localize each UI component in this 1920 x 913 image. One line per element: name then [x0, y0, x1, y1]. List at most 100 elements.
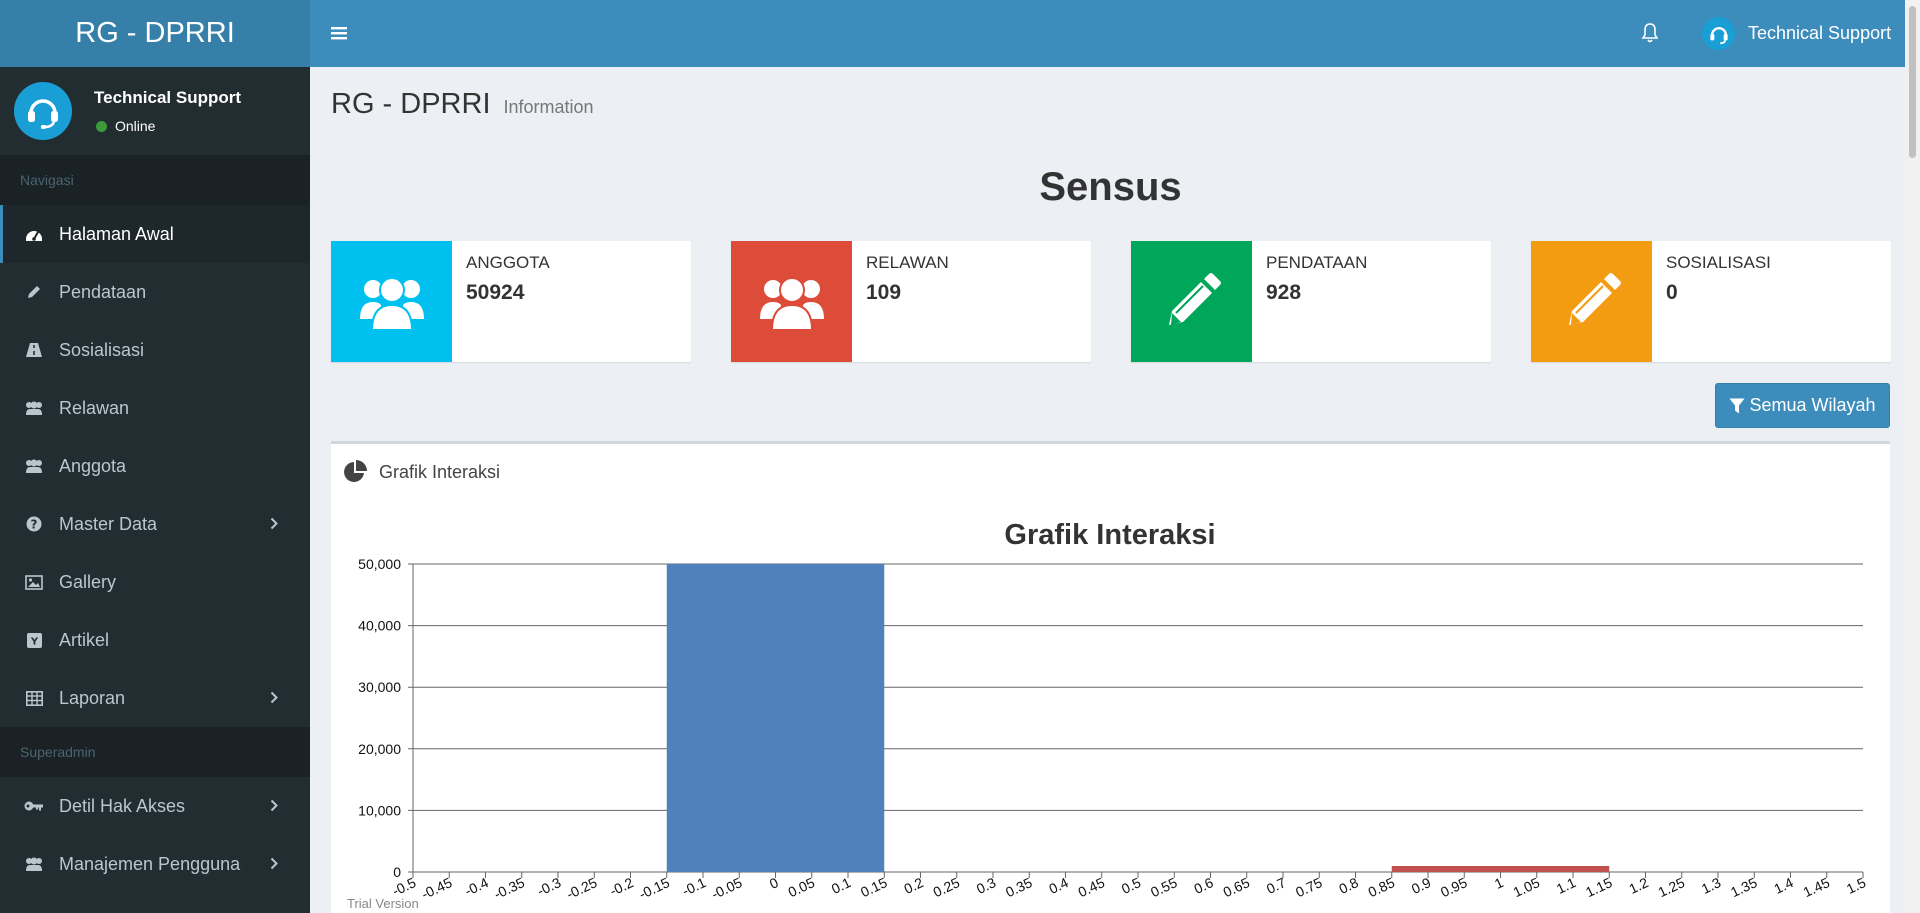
sidebar-item-anggota[interactable]: Anggota: [0, 437, 310, 495]
sidebar-item-pendataan[interactable]: Pendataan: [0, 263, 310, 321]
info-box-icon: [331, 241, 452, 362]
headset-icon: [28, 99, 58, 129]
chevron-right-icon: [270, 514, 278, 535]
info-box-number: 109: [866, 281, 902, 304]
x-tick-label: 1.5: [1844, 874, 1869, 897]
y-tick-label: 0: [393, 864, 401, 880]
app-logo[interactable]: RG - DPRRI: [0, 0, 310, 67]
notifications-button[interactable]: [1640, 22, 1660, 49]
sidebar-item-label: Manajemen Pengguna: [59, 853, 241, 874]
image-icon: [24, 572, 44, 592]
info-box-number: 50924: [466, 281, 525, 304]
table-icon: [24, 688, 44, 708]
x-tick-label: 0.75: [1293, 874, 1325, 900]
scrollbar-thumb[interactable]: [1909, 6, 1916, 158]
sidebar-user-name: Technical Support: [94, 88, 242, 107]
x-tick-label: 1: [1492, 874, 1506, 892]
sidebar-item-label: Pendataan: [59, 281, 147, 302]
page-title-text: RG - DPRRI: [331, 88, 491, 120]
x-tick-label: 1.25: [1656, 874, 1688, 900]
sidebar-item-label: Master Data: [59, 513, 158, 534]
x-tick-label: 0.25: [931, 874, 963, 900]
pie-chart-icon: [344, 460, 367, 482]
road-icon: [24, 340, 44, 360]
nav-header-navigasi: Navigasi: [0, 155, 310, 205]
y-tick-label: 10,000: [358, 802, 401, 818]
x-tick-label: 0.3: [974, 874, 999, 897]
sidebar-item-label: Laporan: [59, 687, 126, 708]
y-tick-label: 20,000: [358, 741, 401, 757]
x-tick-label: -0.05: [709, 874, 745, 902]
chart-title: Grafik Interaksi: [1004, 519, 1215, 551]
status-dot-icon: [96, 120, 107, 132]
sidebar-item-sosialisasi[interactable]: Sosialisasi: [0, 321, 310, 379]
top-navbar: Technical Support: [310, 0, 1920, 67]
info-box-pendataan: PENDATAAN 928: [1131, 241, 1491, 362]
page-title: RG - DPRRI Information: [331, 88, 594, 121]
x-tick-label: -0.15: [636, 874, 672, 902]
info-box-icon: [731, 241, 852, 362]
x-tick-label: 0: [767, 874, 781, 892]
chevron-right-icon: [270, 688, 278, 709]
x-tick-label: 0.95: [1438, 874, 1470, 900]
hamburger-icon: [331, 27, 347, 40]
users-icon: [359, 276, 424, 331]
pencil-icon: [1568, 272, 1621, 325]
user-panel: Technical Support Online: [0, 67, 310, 155]
x-tick-label: 0.4: [1046, 874, 1071, 897]
interaction-chart: Grafik Interaksi 0 10,000 20,000 30,000 40,0…: [358, 519, 1869, 902]
section-heading: Sensus: [1039, 165, 1182, 209]
chart-box-header: Grafik Interaksi: [343, 460, 500, 484]
y-square-icon: Y: [24, 630, 44, 650]
chevron-right-icon: [270, 796, 278, 817]
sidebar-item-manajemen-pengguna[interactable]: Manajemen Pengguna: [0, 835, 310, 893]
bell-icon: [1641, 23, 1659, 43]
users-icon: [24, 398, 44, 418]
info-box-icon: [1531, 241, 1652, 362]
sidebar-item-label: Halaman Awal: [59, 223, 174, 244]
sidebar-item-halaman-awal[interactable]: Halaman Awal: [0, 205, 310, 263]
x-tick-label: 0.65: [1221, 874, 1253, 900]
info-box-label: SOSIALISASI: [1666, 253, 1771, 272]
headset-icon: [1709, 26, 1728, 44]
sidebar-item-laporan[interactable]: Laporan: [0, 669, 310, 727]
question-circle-icon: ?: [24, 514, 44, 534]
user-status-label: Online: [115, 118, 156, 134]
page-subtitle: Information: [503, 97, 594, 117]
sidebar-item-label: Detil Hak Akses: [59, 795, 186, 816]
user-menu[interactable]: Technical Support: [1702, 17, 1891, 50]
x-tick-label: 1.05: [1511, 874, 1543, 900]
x-tick-label: 0.05: [786, 874, 818, 900]
users-icon: [24, 456, 44, 476]
sidebar-item-label: Sosialisasi: [59, 339, 145, 360]
info-box-anggota: ANGGOTA 50924: [331, 241, 691, 362]
x-tick-label: 0.55: [1148, 874, 1180, 900]
sidebar-item-label: Gallery: [59, 571, 117, 592]
sidebar-item-artikel[interactable]: Y Artikel: [0, 611, 310, 669]
x-tick-label: -0.35: [491, 874, 527, 902]
info-box-sosialisasi: SOSIALISASI 0: [1531, 241, 1891, 362]
sidebar-item-master-data[interactable]: ? Master Data: [0, 495, 310, 553]
info-box-label: RELAWAN: [866, 253, 949, 272]
sidebar-item-label: Anggota: [59, 455, 127, 476]
sidebar-toggle-button[interactable]: [330, 22, 350, 44]
info-box-icon: [1131, 241, 1252, 362]
trial-version-label: Trial Version: [347, 896, 419, 911]
users-icon: [759, 276, 824, 331]
filter-button-label: Semua Wilayah: [1749, 395, 1876, 415]
filter-wilayah-button[interactable]: Semua Wilayah: [1715, 383, 1890, 428]
x-tick-label: 1.35: [1728, 874, 1760, 900]
svg-text:?: ?: [31, 518, 38, 532]
user-status: Online: [94, 118, 241, 134]
x-tick-label: -0.2: [607, 874, 636, 899]
avatar: [14, 82, 72, 140]
sidebar-item-gallery[interactable]: Gallery: [0, 553, 310, 611]
sidebar-item-detil-hak-akses[interactable]: Detil Hak Akses: [0, 777, 310, 835]
sidebar-item-relawan[interactable]: Relawan: [0, 379, 310, 437]
scrollbar[interactable]: [1905, 0, 1920, 913]
sidebar-item-label: Relawan: [59, 397, 130, 418]
info-box-number: 928: [1266, 281, 1302, 304]
sidebar-item-label: Artikel: [59, 629, 110, 650]
x-tick-label: 0.5: [1119, 874, 1144, 897]
avatar: [1702, 17, 1735, 50]
